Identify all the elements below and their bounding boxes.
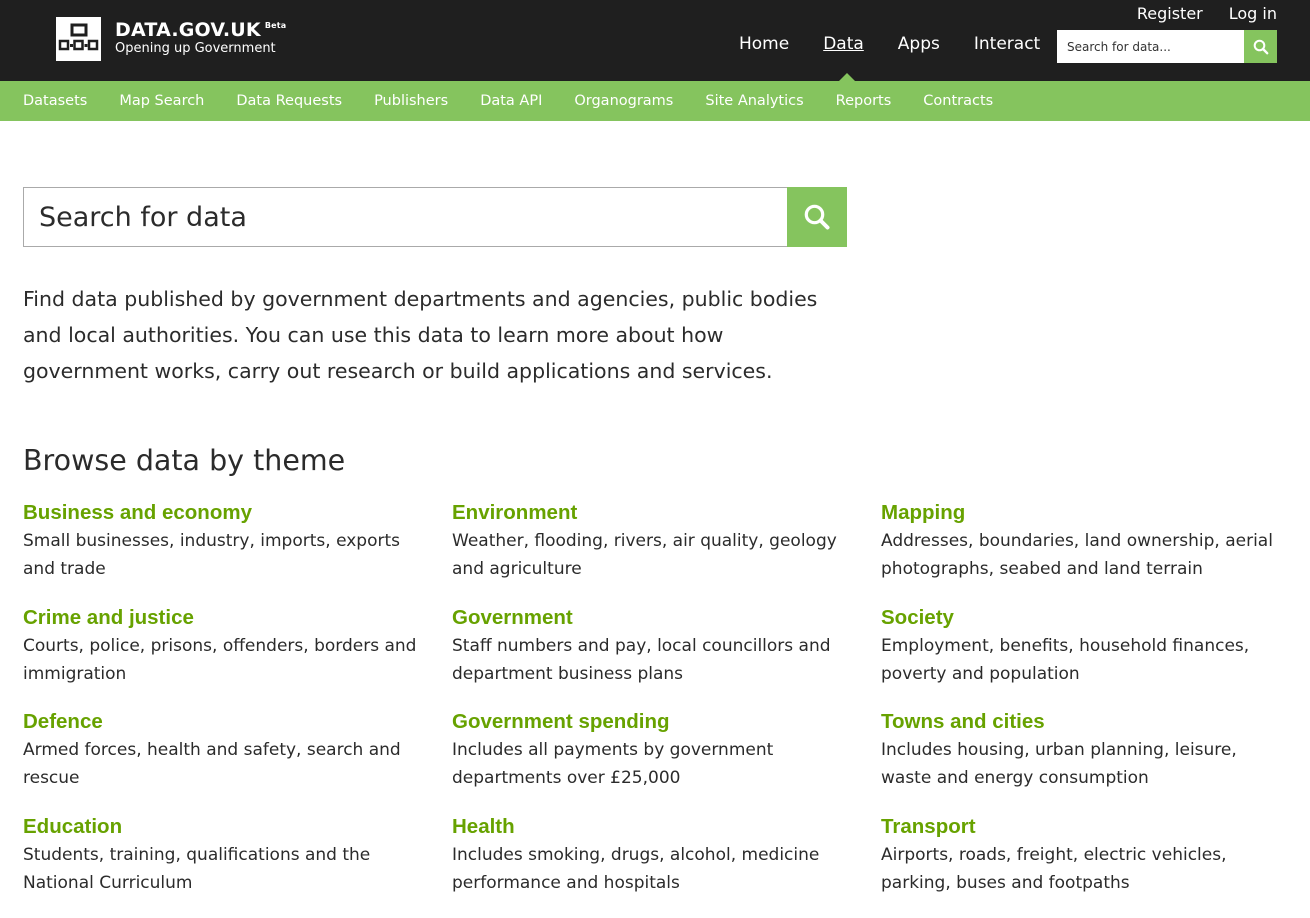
theme-link-environment[interactable]: Environment bbox=[452, 500, 881, 526]
theme-description: Airports, roads, freight, electric vehic… bbox=[881, 841, 1281, 897]
intro-text: Find data published by government depart… bbox=[23, 281, 843, 389]
site-header: DATA.GOV.UK Beta Opening up Government Re… bbox=[0, 0, 1310, 81]
theme-item: Government Staff numbers and pay, local … bbox=[452, 605, 881, 710]
subnav-map-search[interactable]: Map Search bbox=[119, 93, 204, 109]
logo-title: DATA.GOV.UK bbox=[115, 19, 261, 41]
theme-description: Weather, flooding, rivers, air quality, … bbox=[452, 527, 852, 583]
header-search-input[interactable] bbox=[1057, 30, 1244, 63]
theme-link-defence[interactable]: Defence bbox=[23, 709, 452, 735]
org-chart-icon bbox=[56, 17, 101, 61]
theme-link-government[interactable]: Government bbox=[452, 605, 881, 631]
theme-description: Includes all payments by government depa… bbox=[452, 736, 852, 792]
search-icon bbox=[803, 203, 831, 231]
subnav-data-api[interactable]: Data API bbox=[480, 93, 542, 109]
theme-item: Education Students, training, qualificat… bbox=[23, 814, 452, 918]
search-icon bbox=[1253, 39, 1269, 55]
subnav-data-requests[interactable]: Data Requests bbox=[236, 93, 342, 109]
theme-item: Environment Weather, flooding, rivers, a… bbox=[452, 500, 881, 605]
theme-item: Defence Armed forces, health and safety,… bbox=[23, 709, 452, 814]
theme-item: Business and economy Small businesses, i… bbox=[23, 500, 452, 605]
theme-description: Small businesses, industry, imports, exp… bbox=[23, 527, 423, 583]
sub-nav: Datasets Map Search Data Requests Publis… bbox=[0, 81, 1310, 121]
theme-description: Addresses, boundaries, land ownership, a… bbox=[881, 527, 1281, 583]
theme-link-crime-and-justice[interactable]: Crime and justice bbox=[23, 605, 452, 631]
subnav-organograms[interactable]: Organograms bbox=[574, 93, 673, 109]
main-search bbox=[23, 187, 847, 247]
theme-item: Crime and justice Courts, police, prison… bbox=[23, 605, 452, 710]
main-nav: Home Data Apps Interact bbox=[739, 34, 1074, 54]
theme-link-education[interactable]: Education bbox=[23, 814, 452, 840]
header-search-button[interactable] bbox=[1244, 30, 1277, 63]
login-link[interactable]: Log in bbox=[1229, 4, 1277, 23]
theme-item: Society Employment, benefits, household … bbox=[881, 605, 1291, 710]
main-search-button[interactable] bbox=[787, 187, 847, 247]
active-nav-pointer bbox=[839, 73, 855, 81]
site-logo[interactable]: DATA.GOV.UK Beta Opening up Government bbox=[56, 17, 286, 61]
theme-description: Courts, police, prisons, offenders, bord… bbox=[23, 632, 423, 688]
subnav-contracts[interactable]: Contracts bbox=[923, 93, 993, 109]
theme-description: Staff numbers and pay, local councillors… bbox=[452, 632, 852, 688]
subnav-site-analytics[interactable]: Site Analytics bbox=[705, 93, 803, 109]
main-search-input[interactable] bbox=[23, 187, 787, 247]
account-links: Register Log in bbox=[1137, 4, 1277, 23]
theme-description: Includes housing, urban planning, leisur… bbox=[881, 736, 1281, 792]
theme-item: Health Includes smoking, drugs, alcohol,… bbox=[452, 814, 881, 918]
theme-description: Armed forces, health and safety, search … bbox=[23, 736, 423, 792]
theme-link-government-spending[interactable]: Government spending bbox=[452, 709, 881, 735]
theme-item: Government spending Includes all payment… bbox=[452, 709, 881, 814]
subnav-datasets[interactable]: Datasets bbox=[23, 93, 87, 109]
nav-interact[interactable]: Interact bbox=[974, 34, 1040, 54]
beta-badge: Beta bbox=[265, 21, 287, 30]
logo-text: DATA.GOV.UK Beta Opening up Government bbox=[115, 19, 286, 56]
logo-subtitle: Opening up Government bbox=[115, 41, 286, 56]
theme-link-business-and-economy[interactable]: Business and economy bbox=[23, 500, 452, 526]
logo-icon bbox=[56, 17, 101, 61]
nav-data[interactable]: Data bbox=[823, 34, 864, 54]
theme-description: Students, training, qualifications and t… bbox=[23, 841, 423, 897]
theme-link-society[interactable]: Society bbox=[881, 605, 1291, 631]
nav-home[interactable]: Home bbox=[739, 34, 789, 54]
nav-apps[interactable]: Apps bbox=[898, 34, 940, 54]
theme-grid: Business and economy Small businesses, i… bbox=[23, 500, 1293, 918]
theme-description: Includes smoking, drugs, alcohol, medici… bbox=[452, 841, 852, 897]
theme-link-mapping[interactable]: Mapping bbox=[881, 500, 1291, 526]
theme-item: Mapping Addresses, boundaries, land owne… bbox=[881, 500, 1291, 605]
theme-item: Transport Airports, roads, freight, elec… bbox=[881, 814, 1291, 918]
header-search bbox=[1057, 30, 1277, 63]
subnav-publishers[interactable]: Publishers bbox=[374, 93, 448, 109]
theme-item: Towns and cities Includes housing, urban… bbox=[881, 709, 1291, 814]
theme-description: Employment, benefits, household finances… bbox=[881, 632, 1281, 688]
browse-heading: Browse data by theme bbox=[23, 444, 345, 477]
register-link[interactable]: Register bbox=[1137, 4, 1203, 23]
theme-link-towns-and-cities[interactable]: Towns and cities bbox=[881, 709, 1291, 735]
theme-link-transport[interactable]: Transport bbox=[881, 814, 1291, 840]
subnav-reports[interactable]: Reports bbox=[836, 93, 892, 109]
theme-link-health[interactable]: Health bbox=[452, 814, 881, 840]
